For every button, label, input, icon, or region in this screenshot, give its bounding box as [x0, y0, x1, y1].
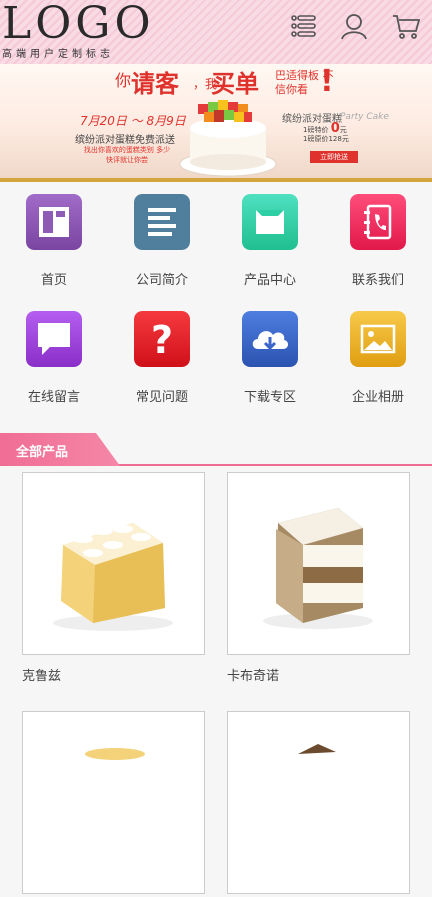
- banner-date: 7月20日 ～ 8月9日: [80, 114, 186, 128]
- nav-item-home[interactable]: 首页: [0, 186, 108, 303]
- nav-item-contact[interactable]: 联系我们: [324, 186, 432, 303]
- home-icon: [26, 194, 82, 250]
- contact-book-icon: [350, 194, 406, 250]
- banner-button[interactable]: 立即抢送: [310, 151, 358, 163]
- product-name[interactable]: 卡布奇诺: [227, 665, 279, 684]
- message-bubble-icon: [26, 311, 82, 367]
- cloud-download-icon: [242, 311, 298, 367]
- promo-banner[interactable]: 你 请客 ，我 买单 巴适得板 不信你看 ! 7月20日 ～ 8月9日 缤纷派对…: [0, 64, 432, 182]
- nav-item-about[interactable]: 公司简介: [108, 186, 216, 303]
- nav-label: 企业相册: [351, 390, 404, 405]
- box-icon: [242, 194, 298, 250]
- product-image[interactable]: [22, 472, 205, 655]
- question-icon: ?: [134, 311, 190, 367]
- logo[interactable]: LOGO: [2, 0, 155, 48]
- cake-image: [179, 100, 277, 177]
- nav-label: 产品中心: [243, 273, 296, 288]
- nav-item-products[interactable]: 产品中心: [216, 186, 324, 303]
- nav-label: 公司简介: [135, 273, 188, 288]
- banner-text-4: 买单: [211, 70, 259, 98]
- section-header: 全部产品: [0, 433, 432, 466]
- banner-info-2: 找出你喜欢的蛋糕类别 多少快评就让你尝: [83, 146, 171, 164]
- nav-item-download[interactable]: 下载专区: [216, 303, 324, 420]
- nav-label: 在线留言: [27, 390, 80, 405]
- nav-item-album[interactable]: 企业相册: [324, 303, 432, 420]
- logo-subtitle: 高端用户定制标志: [2, 49, 114, 60]
- banner-price: 1磅特价 0元 1磅原价128元: [303, 121, 349, 143]
- menu-list-icon[interactable]: [289, 12, 317, 40]
- product-image[interactable]: [22, 711, 205, 894]
- banner-info-1: 缤纷派对蛋糕免费派送: [75, 135, 175, 146]
- user-icon[interactable]: [340, 12, 368, 40]
- banner-text-2: 请客: [131, 70, 179, 98]
- photo-icon: [350, 311, 406, 367]
- nav-label: 下载专区: [243, 390, 296, 405]
- nav-item-faq[interactable]: ? 常见问题: [108, 303, 216, 420]
- nav-label: 联系我们: [351, 273, 404, 288]
- document-lines-icon: [134, 194, 190, 250]
- product-image[interactable]: [227, 472, 410, 655]
- cart-icon[interactable]: [392, 12, 420, 40]
- banner-right-script: Party Cake: [340, 112, 389, 122]
- banner-text-6: !: [320, 64, 334, 99]
- nav-label: 常见问题: [135, 390, 188, 405]
- product-name[interactable]: 克鲁兹: [22, 665, 61, 684]
- banner-text-1: 你: [115, 71, 132, 90]
- product-image[interactable]: [227, 711, 410, 894]
- svg-text:?: ?: [151, 318, 173, 362]
- nav-item-message[interactable]: 在线留言: [0, 303, 108, 420]
- section-title: 全部产品: [16, 445, 69, 460]
- nav-label: 首页: [40, 273, 67, 288]
- header: LOGO 高端用户定制标志: [0, 0, 432, 64]
